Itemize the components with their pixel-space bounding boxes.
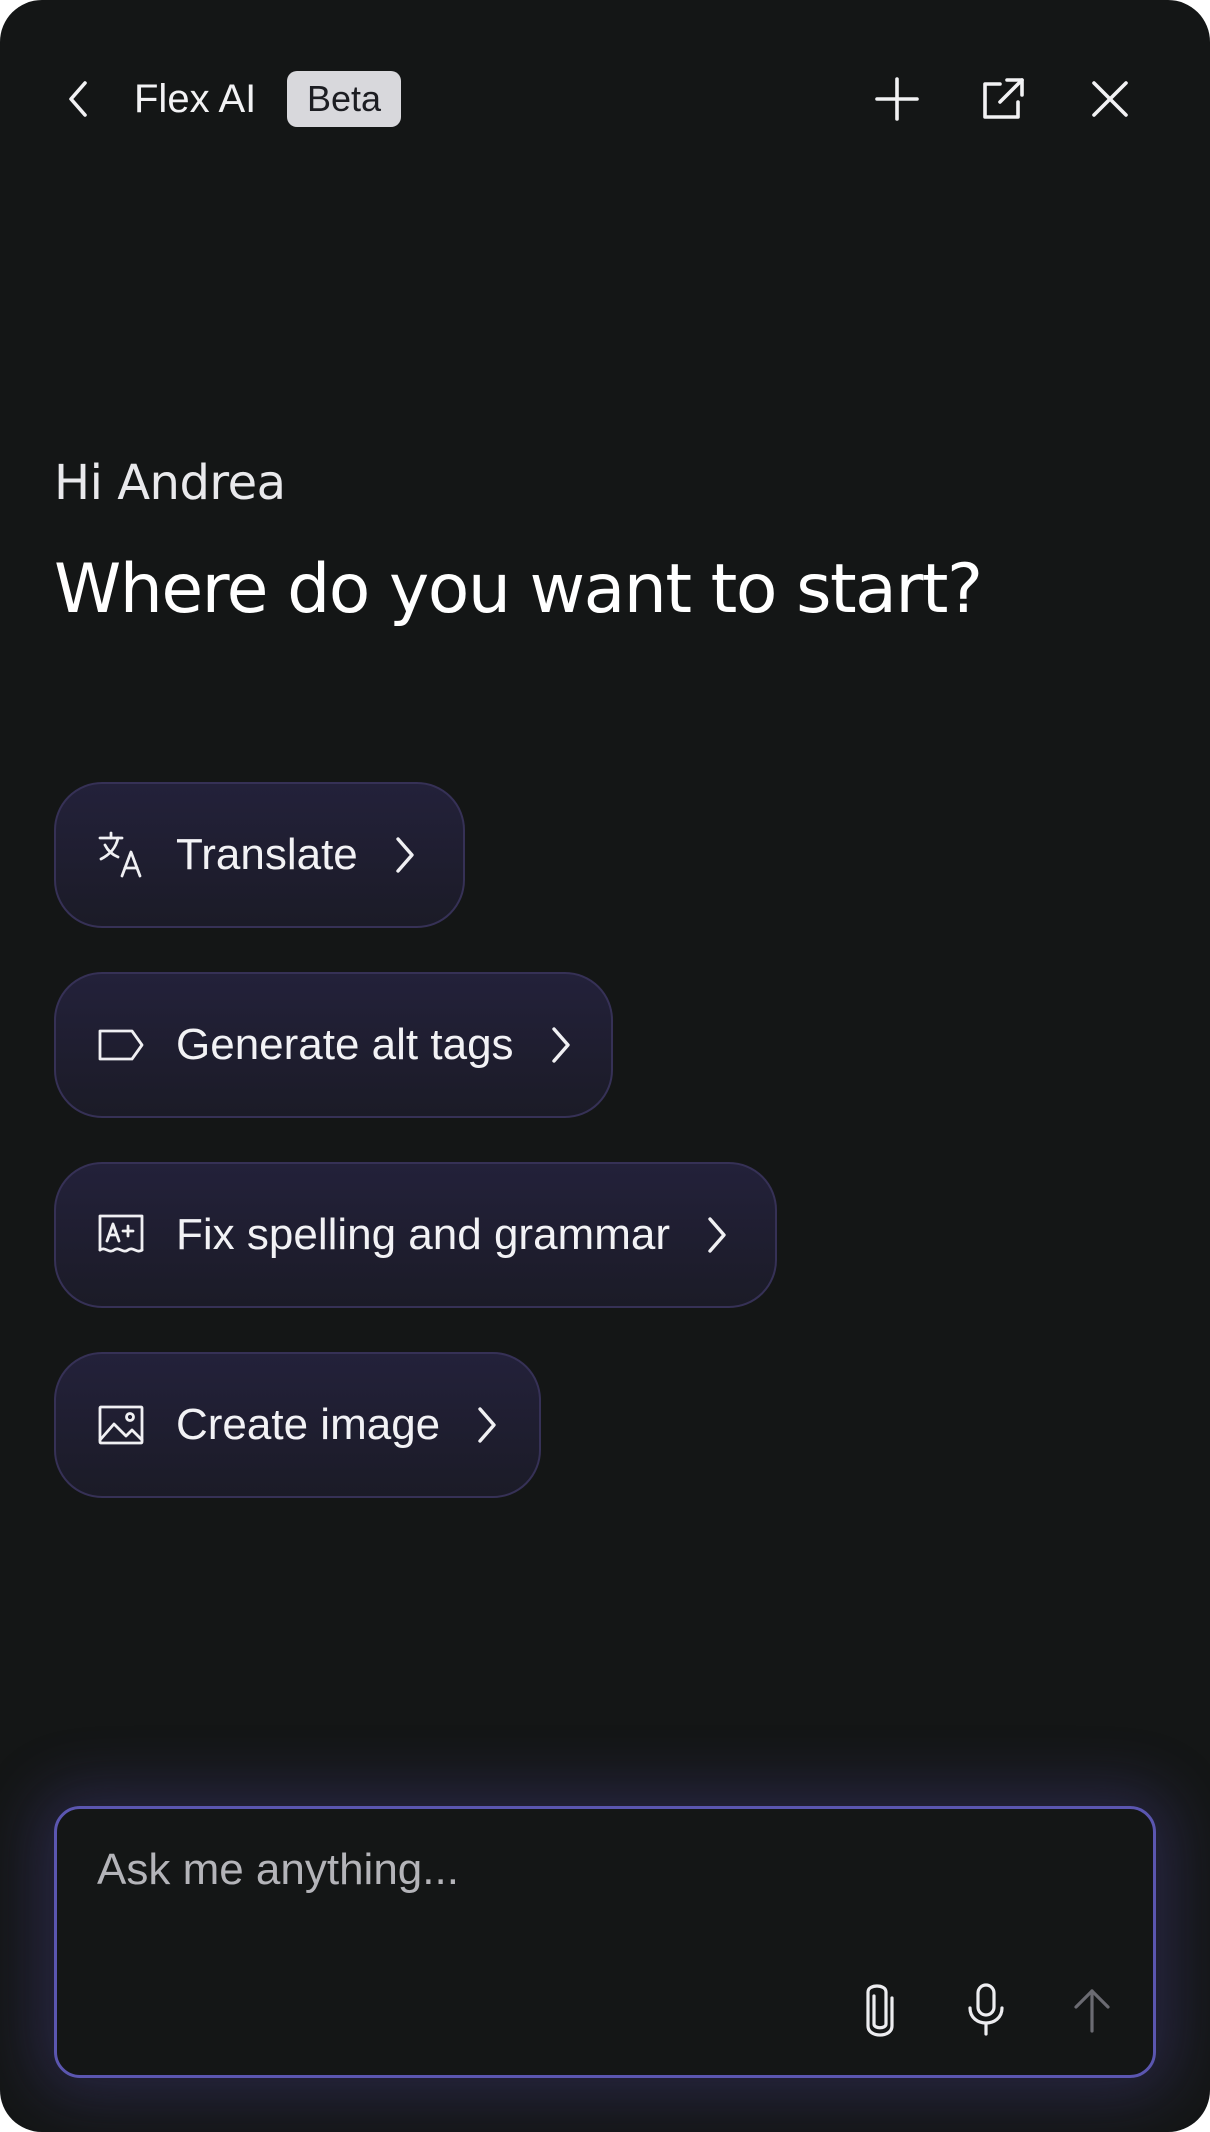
plus-icon — [875, 77, 919, 121]
translate-label: Translate — [176, 830, 358, 879]
translate-suggestion-button[interactable]: Translate — [54, 782, 465, 928]
fix-spelling-grammar-suggestion-button[interactable]: Fix spelling and grammar — [54, 1162, 777, 1308]
app-title: Flex AI — [134, 77, 257, 121]
new-chat-button[interactable] — [862, 64, 932, 134]
translate-icon — [96, 830, 146, 880]
close-button[interactable] — [1075, 64, 1145, 134]
generate-alt-tags-suggestion-button[interactable]: Generate alt tags — [54, 972, 613, 1118]
send-button[interactable] — [1057, 1975, 1127, 2045]
microphone-button[interactable] — [951, 1975, 1021, 2045]
message-input[interactable] — [95, 1839, 1099, 1901]
close-icon — [1092, 81, 1128, 117]
pop-out-button[interactable] — [968, 64, 1038, 134]
external-link-icon — [983, 78, 1024, 119]
ai-assistant-panel: Flex AI Beta Hi Andrea Where do you want… — [0, 0, 1210, 2132]
page-headline: Where do you want to start? — [54, 550, 983, 629]
generate-alt-tags-label: Generate alt tags — [176, 1020, 514, 1069]
create-image-label: Create image — [176, 1400, 441, 1449]
tag-icon — [96, 1020, 146, 1070]
beta-badge: Beta — [287, 71, 402, 127]
paperclip-icon — [866, 1984, 894, 2037]
chevron-right-icon — [390, 833, 420, 877]
message-composer — [54, 1806, 1156, 2078]
chevron-right-icon — [472, 1403, 502, 1447]
arrow-up-icon — [1074, 1989, 1110, 2033]
panel-header: Flex AI Beta — [0, 0, 1210, 200]
chevron-right-icon — [702, 1213, 732, 1257]
spellcheck-icon — [96, 1210, 146, 1260]
chevron-left-icon — [69, 81, 87, 117]
greeting-text: Hi Andrea — [54, 455, 286, 511]
attach-button[interactable] — [845, 1975, 915, 2045]
back-button[interactable] — [44, 64, 114, 134]
image-icon — [96, 1400, 146, 1450]
create-image-suggestion-button[interactable]: Create image — [54, 1352, 541, 1498]
chevron-right-icon — [546, 1023, 576, 1067]
microphone-icon — [968, 1983, 1004, 2036]
fix-spelling-grammar-label: Fix spelling and grammar — [176, 1210, 670, 1259]
